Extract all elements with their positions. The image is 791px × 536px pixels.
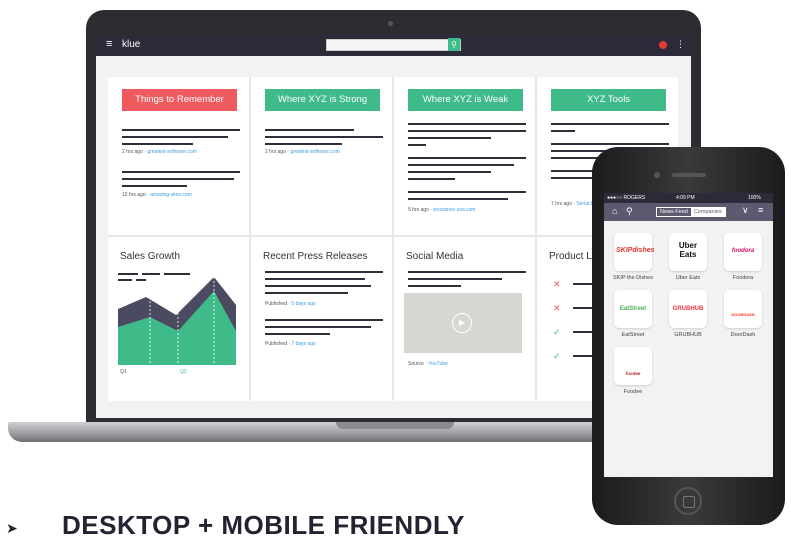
company-logo: SKIPdishes bbox=[616, 247, 655, 254]
card-press-releases[interactable]: Recent Press Releases Published · 5 days… bbox=[251, 237, 392, 401]
text-lines bbox=[265, 319, 383, 340]
card-meta: Published · 5 days ago bbox=[265, 301, 316, 307]
search-input[interactable] bbox=[326, 39, 461, 51]
mobile-nav: ⌂ ⚲ News Feed Companies ∨ ≡ bbox=[604, 203, 773, 221]
company-name: DoorDash bbox=[730, 332, 756, 338]
search-icon[interactable]: ⚲ bbox=[626, 206, 633, 217]
chart-label-q1: Q1 bbox=[120, 369, 127, 375]
text-lines bbox=[265, 271, 383, 299]
text-lines bbox=[408, 123, 526, 205]
company-name: Foodee bbox=[623, 389, 643, 395]
x-icon: ✕ bbox=[553, 303, 561, 313]
text-lines bbox=[122, 171, 240, 192]
company-tile-doordash[interactable]: DOORDASH bbox=[724, 290, 762, 328]
card-meta: Published · 7 days ago bbox=[265, 341, 316, 347]
card-things-to-remember[interactable]: Things to Remember 2 hrs ago · greatest-… bbox=[108, 77, 249, 235]
more-options-icon[interactable]: ⋮ bbox=[676, 39, 685, 50]
card-where-strong[interactable]: Where XYZ is Strong 2 hrs ago · greatest… bbox=[251, 77, 392, 235]
card-social-media[interactable]: Social Media ▶ Source · YouTube bbox=[394, 237, 535, 401]
battery: 100% bbox=[748, 195, 761, 201]
menu-icon[interactable]: ≡ bbox=[758, 205, 763, 215]
x-icon: ✕ bbox=[553, 279, 561, 289]
source-link[interactable]: greatest-software.com bbox=[147, 149, 196, 155]
company-tile-grubhub[interactable]: GRUBHUB bbox=[669, 290, 707, 328]
company-name: Uber Eats bbox=[675, 275, 701, 281]
app-bar: ≡ klue ⚲ ⋮ bbox=[96, 34, 691, 56]
text-lines bbox=[265, 129, 383, 150]
home-button[interactable] bbox=[674, 487, 702, 515]
card-title: Sales Growth bbox=[120, 251, 181, 262]
card-title: Social Media bbox=[406, 251, 464, 262]
company-name: EatStreet bbox=[621, 332, 645, 338]
card-title: Recent Press Releases bbox=[263, 251, 368, 262]
play-icon[interactable]: ▶ bbox=[452, 313, 472, 333]
tab-news-feed[interactable]: News Feed bbox=[657, 208, 691, 216]
status-bar: ●●●○○ ROGERS 4:09 PM 100% bbox=[604, 193, 773, 203]
company-name: GRUBHUB bbox=[674, 332, 702, 338]
laptop-notch bbox=[336, 422, 454, 429]
card-sales-growth[interactable]: Sales Growth Q1 Q2 bbox=[108, 237, 249, 401]
phone-camera bbox=[654, 172, 660, 178]
text-lines bbox=[408, 271, 526, 292]
company-tile-uber[interactable]: Uber Eats bbox=[669, 233, 707, 271]
hamburger-menu-icon[interactable]: ≡ bbox=[106, 38, 112, 50]
laptop-camera bbox=[388, 21, 393, 26]
search-button[interactable]: ⚲ bbox=[448, 38, 460, 51]
card-header-button[interactable]: XYZ Tools bbox=[551, 89, 666, 111]
card-meta: 2 hrs ago · greatest-software.com bbox=[122, 149, 197, 155]
card-header-button[interactable]: Where XYZ is Strong bbox=[265, 89, 380, 111]
card-header-button[interactable]: Things to Remember bbox=[122, 89, 237, 111]
company-tile-eatstreet[interactable]: EatStreet bbox=[614, 290, 652, 328]
tab-switcher: News Feed Companies bbox=[656, 207, 726, 217]
tab-companies[interactable]: Companies bbox=[690, 208, 725, 216]
app-logo: klue bbox=[122, 39, 141, 50]
company-name: Foodora bbox=[732, 275, 754, 281]
card-where-weak[interactable]: Where XYZ is Weak 5 hrs ago · insurance-… bbox=[394, 77, 535, 235]
mobile-screen: ●●●○○ ROGERS 4:09 PM 100% ⌂ ⚲ News Feed … bbox=[604, 193, 773, 477]
company-logo: Uber Eats bbox=[678, 241, 698, 259]
page-caption: DESKTOP + MOBILE FRIENDLY bbox=[62, 510, 465, 536]
card-meta: Source · YouTube bbox=[408, 361, 448, 367]
company-tile-foodora[interactable]: foodora bbox=[724, 233, 762, 271]
chart-label-q2: Q2 bbox=[180, 369, 187, 375]
company-logo: EatStreet bbox=[619, 306, 647, 312]
card-header-button[interactable]: Where XYZ is Weak bbox=[408, 89, 523, 111]
source-link[interactable]: greatest-software.com bbox=[290, 149, 339, 155]
card-meta: 2 hrs ago · greatest-software.com bbox=[265, 149, 340, 155]
carrier: ●●●○○ ROGERS bbox=[607, 195, 646, 201]
company-logo: foodee bbox=[625, 371, 641, 376]
check-icon: ✓ bbox=[553, 327, 561, 337]
company-logo: GRUBHUB bbox=[672, 306, 704, 312]
home-icon[interactable]: ⌂ bbox=[612, 206, 617, 216]
company-name: SKIP the Dishes bbox=[613, 275, 653, 281]
source-link[interactable]: insurance-usa.com bbox=[433, 207, 475, 213]
phone-frame: ●●●○○ ROGERS 4:09 PM 100% ⌂ ⚲ News Feed … bbox=[592, 147, 785, 525]
bullet-icon: ➤ bbox=[6, 520, 18, 536]
company-tile-skip[interactable]: SKIPdishes bbox=[614, 233, 655, 271]
chevron-down-icon[interactable]: ∨ bbox=[742, 205, 749, 216]
company-logo: foodora bbox=[731, 248, 755, 254]
sales-area-chart bbox=[118, 273, 236, 365]
company-tile-foodee[interactable]: foodee bbox=[614, 347, 652, 385]
phone-speaker bbox=[672, 173, 706, 177]
status-time: 4:09 PM bbox=[676, 195, 695, 201]
text-lines bbox=[122, 129, 240, 150]
company-logo: DOORDASH bbox=[731, 312, 755, 317]
check-icon: ✓ bbox=[553, 351, 561, 361]
card-meta: 12 hrs ago · amazing-sites.com bbox=[122, 192, 192, 198]
video-player[interactable]: ▶ bbox=[404, 293, 522, 353]
search-icon: ⚲ bbox=[451, 40, 457, 49]
card-meta: 5 hrs ago · insurance-usa.com bbox=[408, 207, 476, 213]
notification-icon[interactable] bbox=[659, 41, 667, 49]
source-link[interactable]: amazing-sites.com bbox=[150, 192, 192, 198]
